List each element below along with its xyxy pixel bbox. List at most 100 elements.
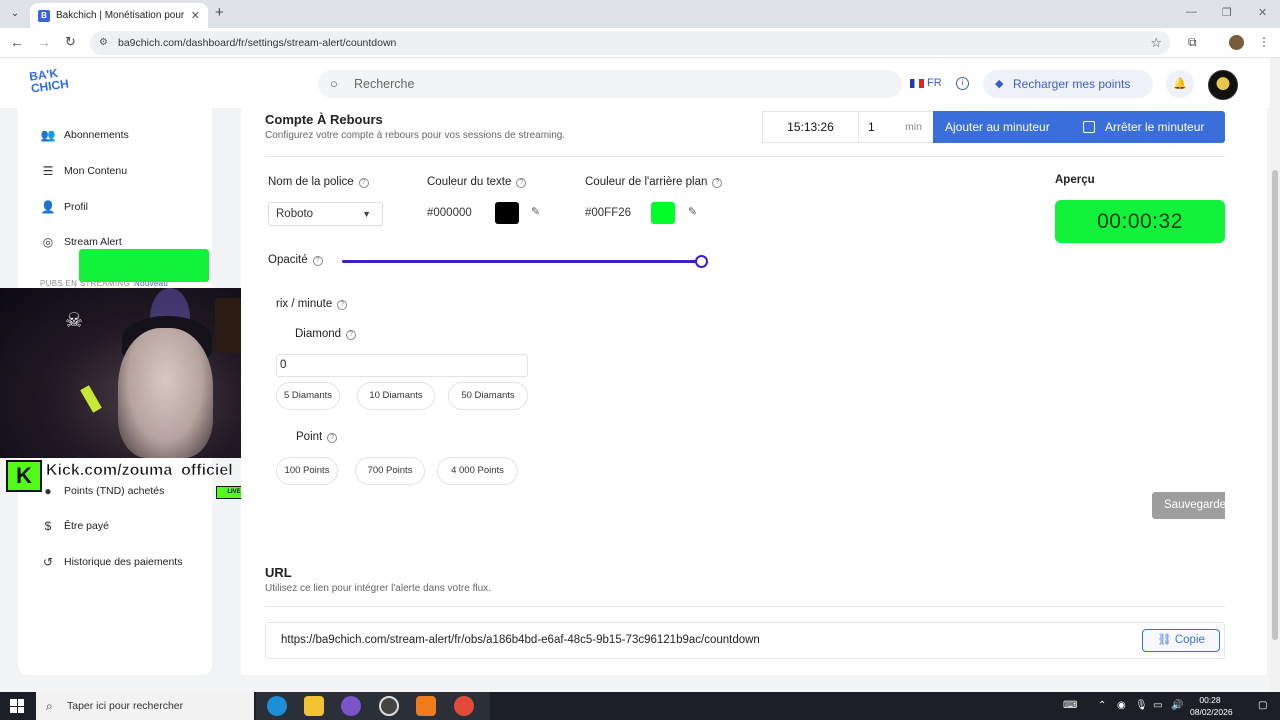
diamond-option-10[interactable]: 10 Diamants: [357, 382, 435, 410]
sidebar-item-etre-paye[interactable]: $ Être payé: [38, 519, 109, 533]
point-option-100[interactable]: 100 Points: [276, 457, 338, 485]
notification-bell-icon[interactable]: 🔔: [1166, 70, 1194, 98]
obs-icon[interactable]: [379, 696, 399, 716]
copy-button[interactable]: ⛓ Copie: [1142, 629, 1220, 652]
main-panel: Compte À Rebours Configurez votre compte…: [241, 108, 1267, 675]
tray-app-icon[interactable]: ◉: [1117, 700, 1126, 711]
user-icon: 👤: [40, 200, 56, 214]
recharge-points-button[interactable]: ◆ Recharger mes points: [983, 70, 1153, 98]
france-flag-icon: [910, 78, 924, 88]
notifications-icon[interactable]: ▢: [1258, 700, 1267, 711]
diamond-option-50[interactable]: 50 Diamants: [448, 382, 528, 410]
help-icon[interactable]: ?: [312, 256, 323, 266]
close-window-icon[interactable]: ✕: [1258, 6, 1267, 19]
font-select[interactable]: Roboto ▼: [268, 202, 383, 226]
search-icon: ⌕: [46, 699, 53, 713]
save-button[interactable]: Sauvegarder: [1152, 492, 1225, 519]
tray-chevron-icon[interactable]: ⌃: [1098, 700, 1106, 711]
browser-profile-avatar[interactable]: [1229, 35, 1244, 50]
url-subtitle: Utilisez ce lien pour intégrer l'alerte …: [265, 583, 491, 594]
bakchich-logo[interactable]: BA'K CHICH: [28, 65, 72, 96]
search-icon: ○: [330, 76, 338, 91]
browser-menu-icon[interactable]: ⋮: [1258, 35, 1270, 49]
close-tab-icon[interactable]: ✕: [191, 9, 200, 22]
user-avatar[interactable]: [1208, 70, 1238, 100]
windows-start-icon[interactable]: [10, 699, 24, 713]
microphone-icon[interactable]: 🎙: [1135, 700, 1148, 711]
reload-icon[interactable]: ↻: [65, 34, 76, 50]
back-icon[interactable]: ←: [10, 34, 24, 50]
broadcast-icon: ◎: [42, 235, 54, 249]
new-tab-icon[interactable]: +: [215, 4, 224, 21]
point-option-700[interactable]: 700 Points: [355, 457, 425, 485]
help-icon[interactable]: ?: [358, 178, 369, 188]
keyboard-icon[interactable]: ⌨: [1063, 700, 1077, 711]
add-to-timer-button[interactable]: Ajouter au minuteur: [945, 111, 1050, 143]
divider: [265, 606, 1225, 607]
file-explorer-icon[interactable]: [304, 696, 324, 716]
point-option-4000[interactable]: 4 000 Points: [437, 457, 518, 485]
price-per-minute-label: rix / minute?: [276, 298, 348, 310]
stop-timer-label[interactable]: Arrêter le minuteur: [1105, 111, 1204, 143]
help-icon[interactable]: ?: [712, 178, 723, 188]
opacity-label: Opacité?: [268, 254, 323, 266]
stop-timer-checkbox[interactable]: [1083, 121, 1095, 133]
address-bar[interactable]: ⚙ ba9chich.com/dashboard/fr/settings/str…: [90, 31, 1170, 55]
app-icon[interactable]: [416, 696, 436, 716]
text-color-swatch[interactable]: [495, 202, 519, 224]
sidebar-item-mon-contenu[interactable]: ☰ Mon Contenu: [38, 164, 127, 178]
sidebar-item-abonnements[interactable]: 👥 Abonnements: [38, 128, 129, 142]
link-icon: ⛓: [1157, 634, 1175, 646]
volume-icon[interactable]: 🔊: [1171, 700, 1183, 711]
browser-toolbar: ← → ↻ ⚙ ba9chich.com/dashboard/fr/settin…: [0, 28, 1280, 58]
sidebar-item-historique[interactable]: ↺ Historique des paiements: [38, 555, 183, 569]
preview-label: Aperçu: [1055, 174, 1095, 186]
tab-search-icon[interactable]: ⌄: [6, 5, 24, 23]
site-info-icon[interactable]: ⚙: [99, 31, 108, 55]
windows-taskbar: ⌕ Taper ici pour rechercher ⌨ ⌃ ◉ 🎙 ▭ 🔊 …: [0, 692, 1280, 720]
skull-icon: ☠: [65, 310, 83, 332]
timer-control: 15:13:26 1 min: [762, 111, 933, 143]
chrome-icon[interactable]: [454, 696, 474, 716]
minimize-icon[interactable]: —: [1186, 6, 1197, 18]
search-placeholder: Recherche: [354, 77, 415, 91]
eyedropper-icon[interactable]: ✎: [688, 205, 697, 218]
green-screen-overlay: [79, 249, 209, 282]
bookmark-star-icon[interactable]: ☆: [1150, 31, 1162, 55]
page-scrollbar[interactable]: [1270, 58, 1280, 692]
info-icon[interactable]: i: [956, 77, 969, 90]
search-input[interactable]: ○ Recherche: [318, 70, 902, 98]
taskbar-search-input[interactable]: ⌕ Taper ici pour rechercher: [36, 692, 254, 720]
edge-icon[interactable]: [267, 696, 287, 716]
url-field: https://ba9chich.com/stream-alert/fr/obs…: [265, 622, 1225, 659]
browser-tabstrip: ⌄ B Bakchich | Monétisation pour le ✕ + …: [0, 0, 1280, 28]
help-icon[interactable]: ?: [516, 178, 527, 188]
diamond-option-5[interactable]: 5 Diamants: [276, 382, 340, 410]
maximize-icon[interactable]: ❐: [1222, 6, 1232, 19]
discord-icon[interactable]: [341, 696, 361, 716]
text-color-value[interactable]: #000000: [427, 207, 472, 219]
opacity-slider-handle[interactable]: [695, 255, 708, 268]
bg-color-value[interactable]: #00FF26: [585, 207, 631, 219]
help-icon[interactable]: ?: [337, 300, 348, 310]
help-icon[interactable]: ?: [327, 433, 338, 443]
network-icon[interactable]: ▭: [1153, 700, 1162, 711]
users-icon: 👥: [40, 128, 56, 142]
sidebar-item-stream-alert[interactable]: ◎ Stream Alert: [38, 235, 122, 249]
eyedropper-icon[interactable]: ✎: [531, 205, 540, 218]
taskbar-clock[interactable]: 00:28 08/02/2026: [1190, 694, 1233, 718]
browser-tab[interactable]: B Bakchich | Monétisation pour le ✕: [30, 3, 208, 28]
diamond-icon: ◆: [995, 78, 1004, 90]
alert-url[interactable]: https://ba9chich.com/stream-alert/fr/obs…: [281, 623, 760, 658]
forward-icon[interactable]: →: [37, 34, 51, 50]
bg-color-swatch[interactable]: [651, 202, 675, 224]
dollar-icon: $: [44, 519, 52, 533]
sidebar-item-profil[interactable]: 👤 Profil: [38, 200, 88, 214]
help-icon[interactable]: ?: [346, 330, 357, 340]
diamond-input[interactable]: 0: [276, 354, 528, 377]
opacity-slider-track[interactable]: [342, 260, 700, 263]
minutes-input[interactable]: 1: [868, 112, 875, 142]
language-selector[interactable]: FR: [910, 77, 942, 89]
extensions-icon[interactable]: ⧉: [1188, 35, 1197, 50]
scrollbar-thumb[interactable]: [1272, 170, 1278, 640]
